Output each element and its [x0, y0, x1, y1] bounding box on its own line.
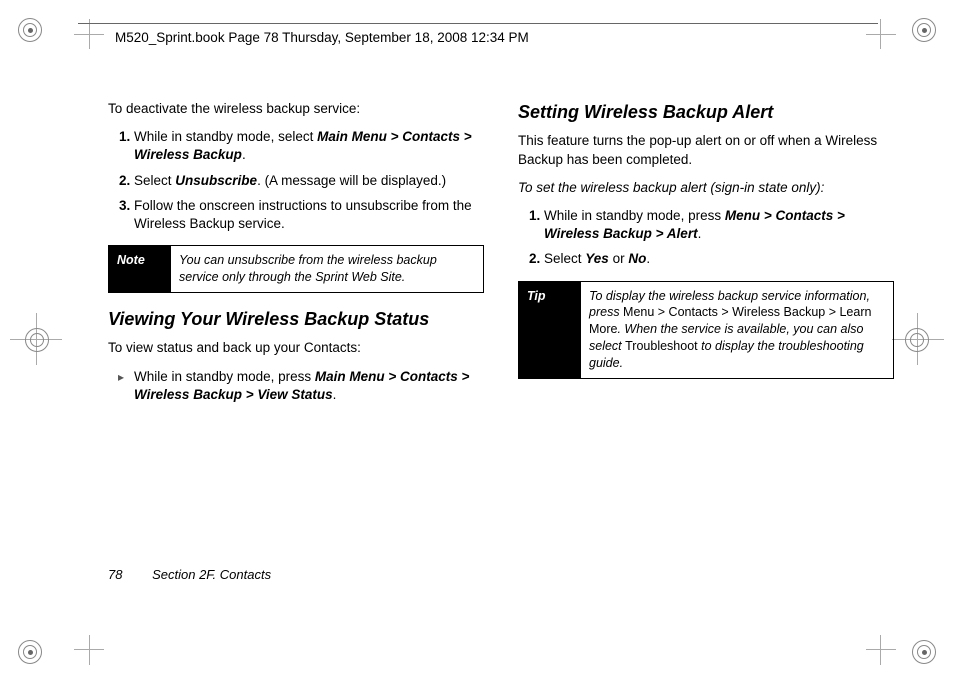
step-text: . [333, 387, 337, 402]
crop-mark-top-right [912, 18, 936, 42]
step-text: or [609, 251, 629, 266]
right-column: Setting Wireless Backup Alert This featu… [518, 100, 894, 592]
viewing-status-step: ▸ While in standby mode, press Main Menu… [118, 368, 484, 404]
page-number: 78 [108, 567, 122, 582]
alert-step-2: Select Yes or No. [544, 250, 894, 268]
section-label: Section 2F. Contacts [152, 567, 271, 582]
alert-subhead: To set the wireless backup alert (sign-i… [518, 179, 894, 197]
bullet-arrow-icon: ▸ [118, 368, 124, 404]
viewing-status-heading: Viewing Your Wireless Backup Status [108, 307, 484, 331]
step-text: While in standby mode, press Main Menu >… [134, 368, 484, 404]
step-text: . (A message will be displayed.) [257, 173, 446, 188]
deactivate-step-2: Select Unsubscribe. (A message will be d… [134, 172, 484, 190]
crop-mark-bottom-right [912, 640, 936, 664]
step-text: . [242, 147, 246, 162]
step-text: While in standby mode, select [134, 129, 317, 144]
option-label: No [628, 251, 646, 266]
page-footer: 78 Section 2F. Contacts [108, 567, 271, 582]
note-callout: Note You can unsubscribe from the wirele… [108, 245, 484, 293]
content-area: To deactivate the wireless backup servic… [108, 100, 894, 592]
step-text: Select [544, 251, 585, 266]
deactivate-step-1: While in standby mode, select Main Menu … [134, 128, 484, 164]
note-body: You can unsubscribe from the wireless ba… [171, 246, 483, 292]
deactivate-steps: While in standby mode, select Main Menu … [108, 128, 484, 233]
option-label: Unsubscribe [175, 173, 257, 188]
step-text: While in standby mode, press [544, 208, 725, 223]
alert-step-1: While in standby mode, press Menu > Cont… [544, 207, 894, 243]
alert-heading: Setting Wireless Backup Alert [518, 100, 894, 124]
deactivate-intro: To deactivate the wireless backup servic… [108, 100, 484, 118]
tip-body: To display the wireless backup service i… [581, 282, 893, 378]
header-rule [78, 23, 878, 24]
deactivate-step-3: Follow the onscreen instructions to unsu… [134, 197, 484, 233]
tip-callout: Tip To display the wireless backup servi… [518, 281, 894, 379]
step-text: . [698, 226, 702, 241]
running-header: M520_Sprint.book Page 78 Thursday, Septe… [115, 30, 529, 45]
alert-steps: While in standby mode, press Menu > Cont… [518, 207, 894, 269]
crop-mark-bottom-left [18, 640, 42, 664]
alert-intro: This feature turns the pop-up alert on o… [518, 132, 894, 168]
left-column: To deactivate the wireless backup servic… [108, 100, 484, 592]
option-label: Troubleshoot [625, 339, 698, 353]
viewing-status-intro: To view status and back up your Contacts… [108, 339, 484, 357]
tip-tag: Tip [519, 282, 581, 378]
step-text: While in standby mode, press [134, 369, 315, 384]
step-text: . [646, 251, 650, 266]
crop-mark-top-left [18, 18, 42, 42]
step-text: Select [134, 173, 175, 188]
option-label: Yes [585, 251, 609, 266]
note-tag: Note [109, 246, 171, 292]
